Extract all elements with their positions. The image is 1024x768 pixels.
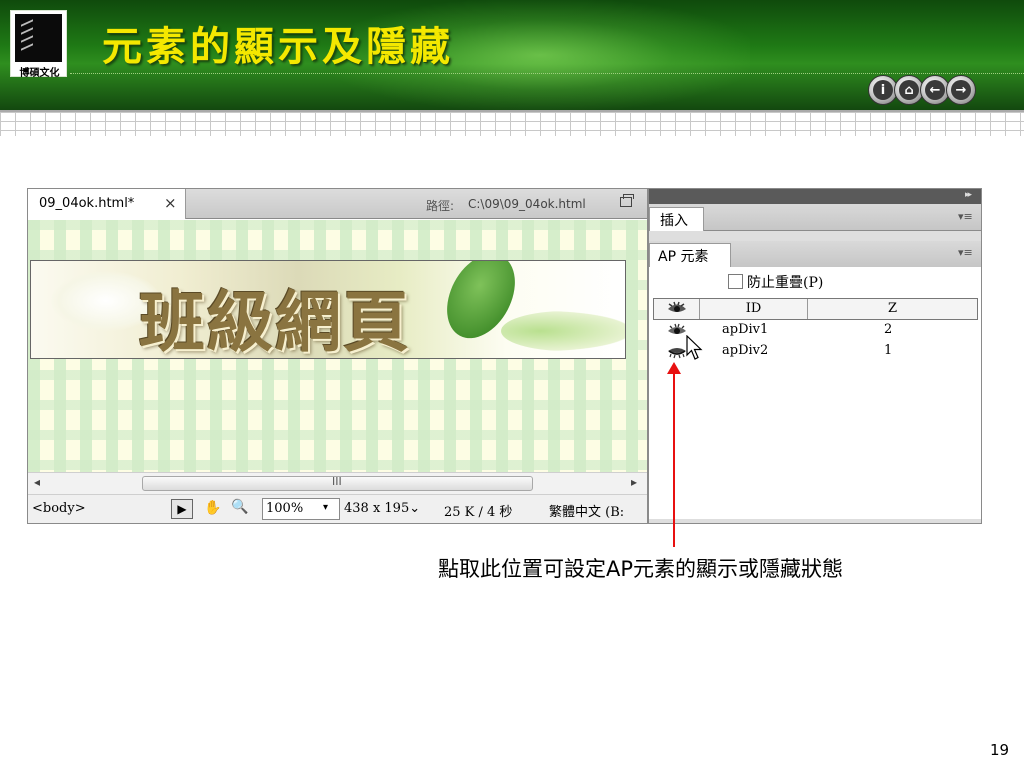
zoom-value: 100% bbox=[266, 501, 304, 516]
header-dotted-line bbox=[70, 73, 1024, 74]
scrollbar-grip-icon: III bbox=[332, 475, 342, 488]
forward-arrow-icon: → bbox=[951, 80, 971, 100]
ap-elements-body: 防止重疊(P) ID Z apDiv1 2 apDiv2 1 bbox=[649, 267, 981, 519]
slide: 博碩文化 元素的顯示及隱藏 i ⌂ ← → 09_04ok.html* × 路徑… bbox=[0, 0, 1024, 768]
document-tab-label: 09_04ok.html* bbox=[39, 196, 135, 211]
side-panel: ▸▸ 插入 ▾≡ AP 元素 ▾≡ 防止重疊(P) ID Z apDiv1 2 … bbox=[648, 188, 982, 524]
row-z: 2 bbox=[884, 322, 893, 337]
page-number: 19 bbox=[990, 741, 1010, 759]
tag-selector[interactable]: <body> bbox=[32, 501, 86, 516]
insert-panel-header: 插入 ▾≡ bbox=[649, 204, 981, 231]
logo-text: 博碩文化 bbox=[19, 68, 60, 79]
z-column-header[interactable]: Z bbox=[808, 299, 977, 319]
banner-leaf-glow bbox=[501, 311, 625, 351]
decorative-grid-strip bbox=[0, 110, 1024, 136]
panel-menu-icon[interactable]: ▾≡ bbox=[958, 246, 973, 259]
prevent-overlap-label: 防止重疊(P) bbox=[747, 275, 824, 291]
collapse-panels-icon[interactable]: ▸▸ bbox=[965, 190, 972, 200]
document-tab-bar: 09_04ok.html* × 路徑: C:\09\09_04ok.html bbox=[28, 189, 647, 219]
ap-elements-panel-header: AP 元素 ▾≡ bbox=[649, 241, 981, 267]
path-value: C:\09\09_04ok.html bbox=[468, 197, 586, 211]
row-z: 1 bbox=[884, 343, 893, 358]
prevent-overlap-checkbox[interactable] bbox=[728, 274, 743, 289]
ap-elements-table: ID Z apDiv1 2 apDiv2 1 bbox=[653, 298, 978, 362]
dreamweaver-screenshot: 09_04ok.html* × 路徑: C:\09\09_04ok.html 班… bbox=[27, 188, 982, 524]
table-header: ID Z bbox=[653, 298, 978, 320]
pointer-tool-icon[interactable]: ▶ bbox=[171, 499, 193, 519]
panel-top-bar: ▸▸ bbox=[649, 189, 981, 204]
callout-text-pre: 點取此位置可設定 bbox=[438, 557, 606, 581]
closed-eye-icon[interactable] bbox=[667, 343, 687, 359]
info-icon: i bbox=[873, 80, 893, 100]
visibility-eye-icon bbox=[667, 301, 686, 312]
banner-text: 班級網頁 bbox=[139, 283, 411, 359]
callout-text-post: 元素的顯示或隱藏狀態 bbox=[633, 557, 844, 581]
callout-line bbox=[673, 370, 675, 547]
insert-tab[interactable]: 插入 bbox=[649, 207, 704, 231]
logo-mark-icon bbox=[15, 14, 62, 62]
visibility-column-header[interactable] bbox=[654, 299, 700, 319]
header-band: 博碩文化 元素的顯示及隱藏 i ⌂ ← → bbox=[0, 0, 1024, 110]
window-size[interactable]: 438 x 195⌄ bbox=[344, 501, 420, 516]
nav-buttons: i ⌂ ← → bbox=[868, 75, 976, 105]
home-icon: ⌂ bbox=[899, 80, 919, 100]
ap-elements-tab[interactable]: AP 元素 bbox=[649, 243, 731, 267]
scroll-left-icon[interactable]: ◂ bbox=[34, 475, 40, 489]
panel-menu-icon[interactable]: ▾≡ bbox=[958, 210, 973, 223]
horizontal-scrollbar[interactable]: ◂ III ▸ bbox=[28, 472, 647, 494]
open-eye-icon[interactable] bbox=[667, 322, 687, 338]
scrollbar-thumb[interactable]: III bbox=[142, 475, 533, 491]
zoom-tool-icon[interactable]: 🔍 bbox=[231, 499, 248, 515]
callout-text-bold: AP bbox=[606, 557, 634, 581]
document-window: 09_04ok.html* × 路徑: C:\09\09_04ok.html 班… bbox=[27, 188, 648, 524]
mouse-cursor-icon bbox=[686, 335, 703, 360]
publisher-logo: 博碩文化 bbox=[10, 10, 67, 79]
restore-window-icon[interactable] bbox=[620, 194, 634, 207]
path-label: 路徑: bbox=[426, 199, 455, 213]
row-id: apDiv2 bbox=[722, 343, 769, 358]
hand-tool-icon[interactable]: ✋ bbox=[204, 500, 221, 516]
scroll-right-icon[interactable]: ▸ bbox=[631, 475, 637, 489]
callout-text: 點取此位置可設定AP元素的顯示或隱藏狀態 bbox=[438, 553, 843, 583]
zoom-select[interactable]: 100% ▾ bbox=[262, 498, 340, 520]
banner-image[interactable]: 班級網頁 bbox=[30, 260, 626, 359]
slide-title: 元素的顯示及隱藏 bbox=[102, 23, 454, 70]
back-arrow-icon: ← bbox=[925, 80, 945, 100]
encoding: 繁體中文 (B: bbox=[549, 505, 625, 520]
status-bar: <body> ▶ ✋ 🔍 100% ▾ 438 x 195⌄ 25 K / 4 … bbox=[28, 494, 647, 523]
close-icon[interactable]: × bbox=[164, 194, 177, 212]
download-info: 25 K / 4 秒 bbox=[444, 505, 513, 520]
row-id: apDiv1 bbox=[722, 322, 769, 337]
document-tab[interactable]: 09_04ok.html* × bbox=[28, 189, 186, 219]
design-canvas[interactable]: 班級網頁 bbox=[28, 220, 647, 472]
forward-button[interactable]: → bbox=[946, 75, 976, 105]
id-column-header[interactable]: ID bbox=[700, 299, 808, 319]
chevron-down-icon: ▾ bbox=[323, 502, 329, 513]
